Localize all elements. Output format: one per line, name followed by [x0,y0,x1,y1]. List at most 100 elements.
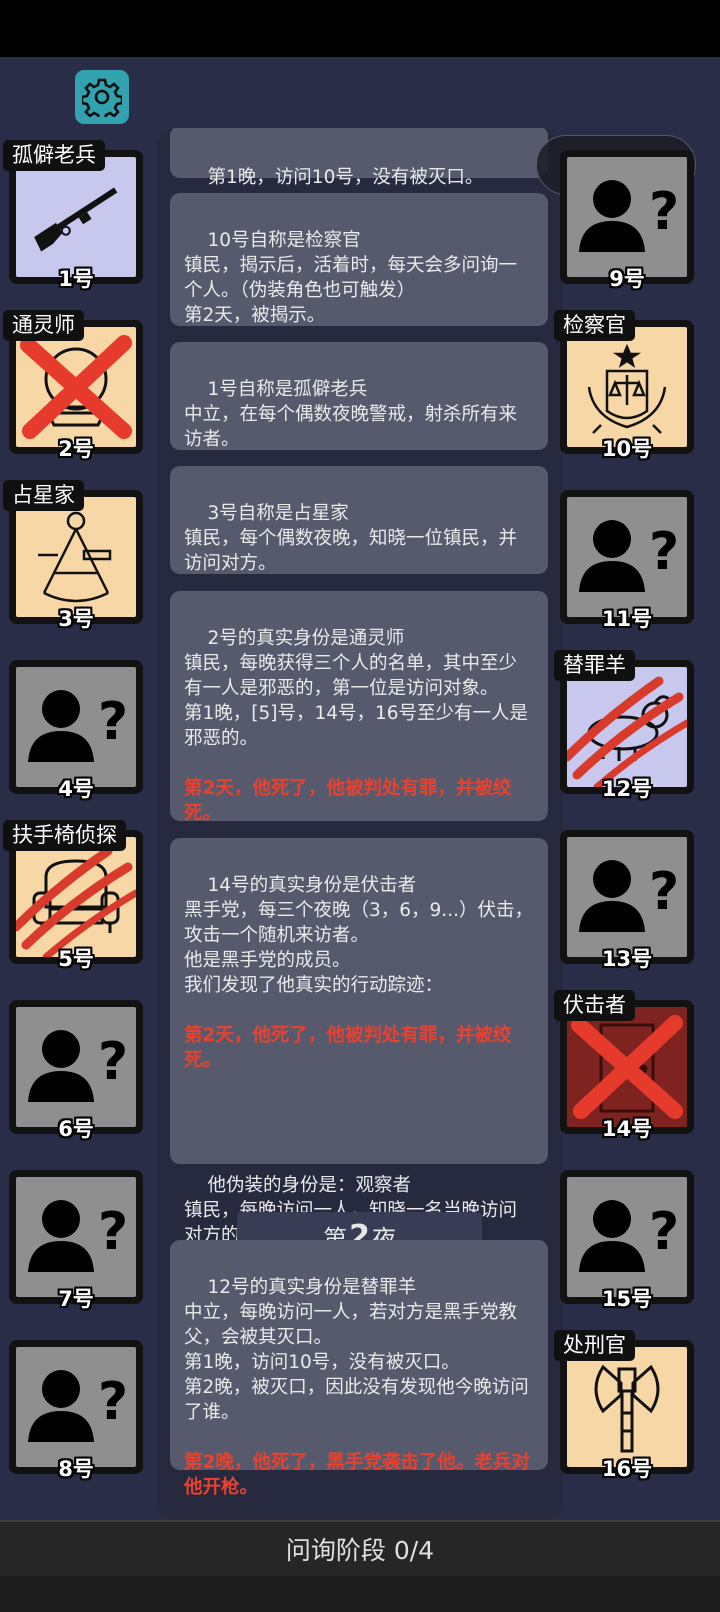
player-number: 9号 [609,267,645,291]
player-number: 8号 [58,1457,94,1481]
player-number: 13号 [601,947,653,971]
player-slot-6[interactable]: ? 6号 [9,1000,149,1140]
player-number: 2号 [58,437,94,461]
unknown-person-icon: ? [16,667,136,787]
player-card-frame: ? [9,1340,143,1474]
player-number: 5号 [58,947,94,971]
player-number: 14号 [601,1117,653,1141]
log-card: 14号的真实身份是伏击者 黑手党，每三个夜晚（3，6，9...）伏击，攻击一个随… [170,838,548,1271]
door-icon [567,1007,687,1127]
log-card-death-text: 第2晚，他死了，黑手党袭击了他。老兵对他开枪。 [184,1452,530,1498]
player-role-tag: 检察官 [554,310,635,341]
player-slot-2[interactable]: 2号 通灵师 [3,310,149,461]
player-number: 4号 [58,777,94,801]
player-card-frame: ? [560,1170,694,1304]
status-bar [0,0,720,57]
player-slot-1[interactable]: 1号 孤僻老兵 [3,140,149,291]
dead-x-mark [20,335,132,439]
player-slot-11[interactable]: ? 11号 [560,490,700,630]
log-card-death-text: 第2天，他死了，他被判处有罪，并被绞死。 [184,1025,512,1071]
log-card: 3号自称是占星家 镇民，每个偶数夜晚，知晓一位镇民，并访问对方。 [170,466,548,574]
player-slot-4[interactable]: ? 4号 [9,660,149,800]
player-role-tag: 扶手椅侦探 [3,820,126,851]
player-role-tag: 替罪羊 [554,650,635,681]
player-slot-15[interactable]: ? 15号 [560,1170,700,1310]
player-slot-7[interactable]: ? 7号 [9,1170,149,1310]
player-role-tag: 占星家 [3,480,84,511]
player-slot-5[interactable]: 5号 扶手椅侦探 [3,820,149,971]
svg-text:?: ? [98,1032,128,1092]
player-number: 11号 [601,607,653,631]
armchair-icon [16,837,136,957]
sextant-icon [16,497,136,617]
log-card-text: 1号自称是孤僻老兵 中立，在每个偶数夜晚警戒，射杀所有来访者。 [184,379,518,450]
player-card-frame: ? [9,1170,143,1304]
svg-text:?: ? [98,692,128,752]
player-card-frame: ? [560,150,694,284]
player-slot-16[interactable]: 16号 处刑官 [554,1330,700,1481]
phase-status[interactable]: 问询阶段 0/4 [0,1520,720,1576]
player-slot-3[interactable]: 3号 占星家 [3,480,149,631]
unknown-person-icon: ? [16,1177,136,1297]
player-role-tag: 通灵师 [3,310,84,341]
player-card-frame: ? [9,660,143,794]
player-role-tag: 孤僻老兵 [3,140,105,171]
crystal-ball-icon [16,327,136,447]
rifle-icon [16,157,136,277]
log-card-text: 10号自称是检察官 镇民，揭示后，活着时，每天会多问询一个人。（伪装角色也可触发… [184,230,518,326]
axe-icon [567,1347,687,1467]
unknown-person-icon: ? [567,837,687,957]
player-slot-14[interactable]: 14号 伏击者 [554,990,700,1141]
svg-text:?: ? [649,522,679,582]
player-number: 15号 [601,1287,653,1311]
player-number: 12号 [601,777,653,801]
player-slot-13[interactable]: ? 13号 [560,830,700,970]
player-slot-12[interactable]: 12号 替罪羊 [554,650,700,801]
log-card: 第1晚，访问10号，没有被灭口。 [170,128,548,188]
log-card-text: 第1晚，访问10号，没有被灭口。 [207,167,484,188]
justice-scales-icon [567,327,687,447]
player-number: 16号 [601,1457,653,1481]
log-card-text: 3号自称是占星家 镇民，每个偶数夜晚，知晓一位镇民，并访问对方。 [184,503,518,574]
svg-text:?: ? [649,1202,679,1262]
unknown-person-icon: ? [16,1347,136,1467]
log-card-text: 12号的真实身份是替罪羊 中立，每晚访问一人，若对方是黑手党教父，会被其灭口。 … [184,1277,529,1423]
player-number: 7号 [58,1287,94,1311]
player-card-frame: ? [560,490,694,624]
player-role-tag: 伏击者 [554,990,635,1021]
svg-text:?: ? [98,1372,128,1432]
unknown-person-icon: ? [567,157,687,277]
settings-button[interactable] [75,70,129,124]
claw-scratch-mark [567,676,687,787]
bottom-bar: 问询阶段 0/4 [0,1520,720,1612]
player-card-frame: ? [9,1000,143,1134]
player-number: 10号 [601,437,653,461]
log-card: 1号自称是孤僻老兵 中立，在每个偶数夜晚警戒，射杀所有来访者。 [170,342,548,450]
player-role-tag: 处刑官 [554,1330,635,1361]
phase-label: 问询阶段 0/4 [285,1536,435,1565]
player-number: 6号 [58,1117,94,1141]
log-card: 10号自称是检察官 镇民，揭示后，活着时，每天会多问询一个人。（伪装角色也可触发… [170,193,548,326]
player-number: 3号 [58,607,94,631]
unknown-person-icon: ? [567,1177,687,1297]
player-number: 1号 [58,267,94,291]
unknown-person-icon: ? [567,497,687,617]
scapegoat-icon [567,667,687,787]
log-card-death-text: 第2天，他死了，他被判处有罪，并被绞死。 [184,778,512,824]
player-slot-10[interactable]: 10号 检察官 [554,310,700,461]
unknown-person-icon: ? [16,1007,136,1127]
log-card: 12号的真实身份是替罪羊 中立，每晚访问一人，若对方是黑手党教父，会被其灭口。 … [170,1240,548,1498]
log-card: 2号的真实身份是通灵师 镇民，每晚获得三个人的名单，其中至少有一人是邪恶的，第一… [170,591,548,824]
svg-text:?: ? [649,862,679,922]
player-slot-8[interactable]: ? 8号 [9,1340,149,1480]
player-slot-9[interactable]: ? 9号 [560,150,700,290]
dead-x-mark [571,1015,683,1119]
gear-icon [82,78,122,117]
log-card-text: 2号的真实身份是通灵师 镇民，每晚获得三个人的名单，其中至少有一人是邪恶的，第一… [184,628,529,749]
claw-scratch-mark [16,846,136,957]
svg-text:?: ? [649,182,679,242]
log-card-text: 14号的真实身份是伏击者 黑手党，每三个夜晚（3，6，9...）伏击，攻击一个随… [184,875,533,996]
game-log-panel[interactable]: 第1晚，访问10号，没有被灭口。 10号自称是检察官 镇民，揭示后，活着时，每天… [157,128,563,1521]
player-card-frame: ? [560,830,694,964]
svg-text:?: ? [98,1202,128,1262]
